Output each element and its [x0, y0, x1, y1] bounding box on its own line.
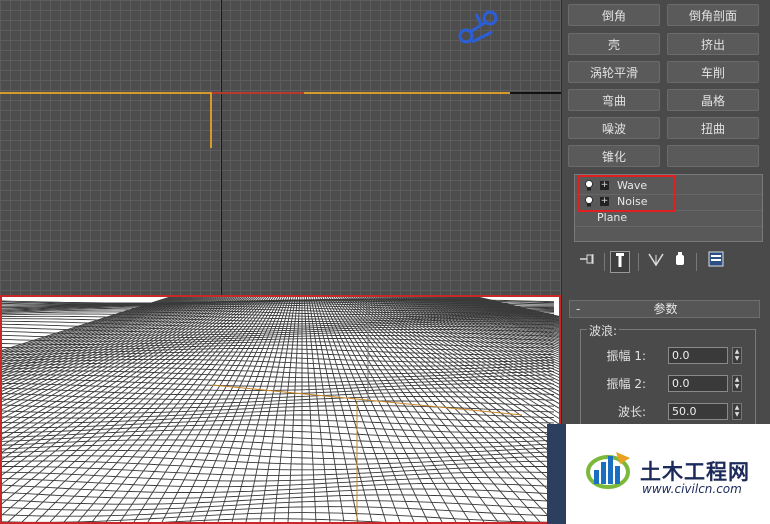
perspective-viewport[interactable] [0, 295, 561, 524]
gizmo-selected-segment [212, 92, 304, 94]
toolbar-divider [638, 253, 639, 271]
watermark-url: www.civilcn.com [642, 482, 742, 496]
modifier-turbosmooth-button[interactable]: 涡轮平滑 [568, 61, 660, 83]
wavelength-spinner[interactable]: ▲ ▼ [732, 403, 742, 420]
wave-noise-plane-grid [2, 297, 559, 522]
stack-item-label: Plane [597, 211, 628, 224]
modifier-lathe-button[interactable]: 车削 [667, 61, 759, 83]
stack-item-plane[interactable]: Plane [575, 210, 762, 227]
amplitude1-row: 振幅 1: 0.0 ▲ ▼ [580, 347, 756, 365]
gizmo-y-line [210, 92, 212, 148]
collapse-icon[interactable]: - [576, 301, 580, 317]
remove-modifier-icon[interactable] [670, 251, 690, 273]
modifier-empty-button[interactable] [667, 145, 759, 167]
modifier-taper-button[interactable]: 锥化 [568, 145, 660, 167]
watermark: 土木工程网 www.civilcn.com [566, 424, 770, 524]
viewcube-icon[interactable] [452, 6, 502, 48]
modifier-twist-button[interactable]: 扭曲 [667, 117, 759, 139]
gizmo-tail [510, 92, 561, 94]
amplitude2-spinner[interactable]: ▲ ▼ [732, 375, 742, 392]
wavelength-input[interactable]: 50.0 [668, 403, 728, 420]
rollout-title: 参数 [653, 302, 678, 316]
amplitude2-input[interactable]: 0.0 [668, 375, 728, 392]
watermark-side-strip [547, 424, 566, 524]
modifier-bend-button[interactable]: 弯曲 [568, 89, 660, 111]
amplitude2-row: 振幅 2: 0.0 ▲ ▼ [580, 375, 756, 393]
civilcn-logo-icon [586, 452, 630, 489]
modifier-chamfer-button[interactable]: 倒角 [568, 4, 660, 26]
wavelength-row: 波长: 50.0 ▲ ▼ [580, 403, 756, 421]
pin-stack-icon[interactable] [577, 251, 597, 273]
modifier-noise-button[interactable]: 噪波 [568, 117, 660, 139]
amplitude1-spinner[interactable]: ▲ ▼ [732, 347, 742, 364]
make-unique-icon[interactable] [646, 251, 666, 273]
modifier-bevel-profile-button[interactable]: 倒角剖面 [667, 4, 759, 26]
modifier-lattice-button[interactable]: 晶格 [667, 89, 759, 111]
stack-toolbar [574, 250, 763, 274]
wavelength-label: 波长: [617, 405, 646, 419]
group-label: 波浪: [587, 322, 620, 339]
annotation-highlight-box [577, 175, 676, 212]
amplitude1-input[interactable]: 0.0 [668, 347, 728, 364]
world-axis-vertical [221, 0, 222, 295]
params-rollout-header[interactable]: 参数 - [569, 300, 760, 318]
modifier-shell-button[interactable]: 壳 [568, 33, 660, 55]
configure-sets-icon[interactable] [706, 251, 726, 273]
show-end-result-icon[interactable] [610, 251, 630, 273]
modifier-extrude-button[interactable]: 挤出 [667, 33, 759, 55]
toolbar-divider [696, 253, 697, 271]
top-viewport[interactable] [0, 0, 561, 295]
toolbar-divider [604, 253, 605, 271]
amplitude2-label: 振幅 2: [606, 377, 647, 391]
amplitude1-label: 振幅 1: [606, 349, 647, 363]
